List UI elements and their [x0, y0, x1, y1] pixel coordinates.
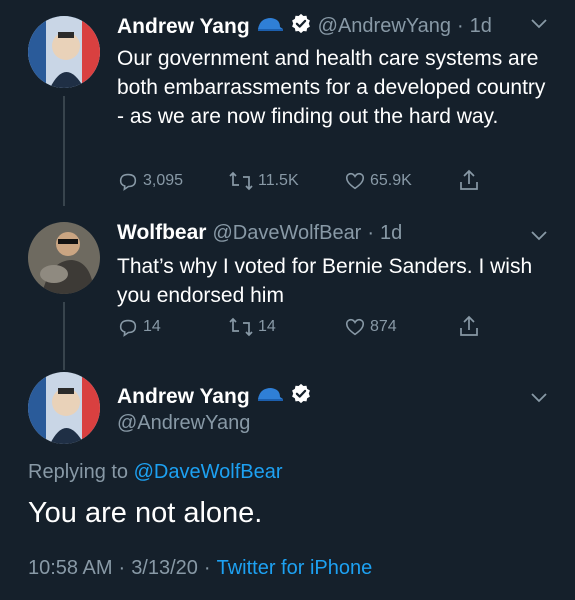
author-handle[interactable]: @AndrewYang	[318, 15, 451, 38]
share-icon	[458, 168, 480, 192]
chevron-down-icon[interactable]	[531, 390, 547, 408]
separator: ·	[457, 15, 464, 37]
author-name[interactable]: Andrew Yang	[117, 385, 250, 409]
author-handle[interactable]: @AndrewYang	[117, 412, 250, 435]
thread-line	[63, 302, 65, 370]
tweet-source-link[interactable]: Twitter for iPhone	[217, 557, 373, 580]
retweet-icon	[228, 316, 254, 338]
share-button[interactable]	[458, 314, 480, 338]
retweet-button[interactable]: 14	[228, 316, 276, 338]
separator: ·	[118, 557, 126, 579]
cap-emoji-icon	[256, 386, 284, 407]
reply-icon	[117, 316, 139, 338]
tweet-time[interactable]: 10:58 AM	[28, 557, 113, 580]
tweet-meta: 10:58 AM · 3/13/20 · Twitter for iPhone	[28, 557, 372, 580]
retweet-count: 14	[258, 318, 276, 335]
reply-count: 14	[143, 318, 161, 335]
avatar[interactable]	[28, 372, 100, 444]
main-tweet-text: You are not alone.	[28, 497, 263, 529]
replying-to-link[interactable]: @DaveWolfBear	[134, 461, 283, 483]
replying-prefix: Replying to	[28, 461, 129, 483]
retweet-count: 11.5K	[258, 172, 299, 189]
like-count: 874	[370, 318, 397, 335]
thread-line	[63, 96, 65, 206]
retweet-button[interactable]: 11.5K	[228, 170, 299, 192]
share-button[interactable]	[458, 168, 480, 192]
verified-icon	[290, 383, 312, 410]
separator: ·	[203, 557, 211, 579]
avatar-image	[28, 372, 100, 444]
chevron-down-icon[interactable]	[531, 16, 547, 34]
timestamp[interactable]: 1d	[380, 222, 402, 245]
like-icon	[344, 316, 366, 338]
avatar[interactable]	[28, 16, 100, 88]
reply-button[interactable]: 3,095	[117, 170, 183, 192]
replying-to: Replying to @DaveWolfBear	[28, 461, 283, 484]
author-handle[interactable]: @DaveWolfBear	[212, 222, 361, 245]
like-count: 65.9K	[370, 172, 412, 189]
reply-icon	[117, 170, 139, 192]
share-icon	[458, 314, 480, 338]
cap-emoji-icon	[256, 16, 284, 37]
author-name[interactable]: Wolfbear	[117, 221, 206, 245]
reply-button[interactable]: 14	[117, 316, 161, 338]
tweet-date[interactable]: 3/13/20	[131, 557, 198, 580]
like-button[interactable]: 874	[344, 316, 397, 338]
tweet-text: That’s why I voted for Bernie Sanders. I…	[117, 255, 533, 307]
like-icon	[344, 170, 366, 192]
reply-count: 3,095	[143, 172, 184, 189]
avatar[interactable]	[28, 222, 100, 294]
like-button[interactable]: 65.9K	[344, 170, 412, 192]
avatar-image	[28, 222, 100, 294]
tweet-text: Our government and health care systems a…	[117, 47, 546, 128]
timestamp[interactable]: 1d	[470, 15, 492, 38]
author-name[interactable]: Andrew Yang	[117, 15, 250, 39]
retweet-icon	[228, 170, 254, 192]
chevron-down-icon[interactable]	[531, 228, 547, 246]
separator: ·	[367, 221, 375, 244]
avatar-image	[28, 16, 100, 88]
verified-icon	[290, 13, 312, 40]
